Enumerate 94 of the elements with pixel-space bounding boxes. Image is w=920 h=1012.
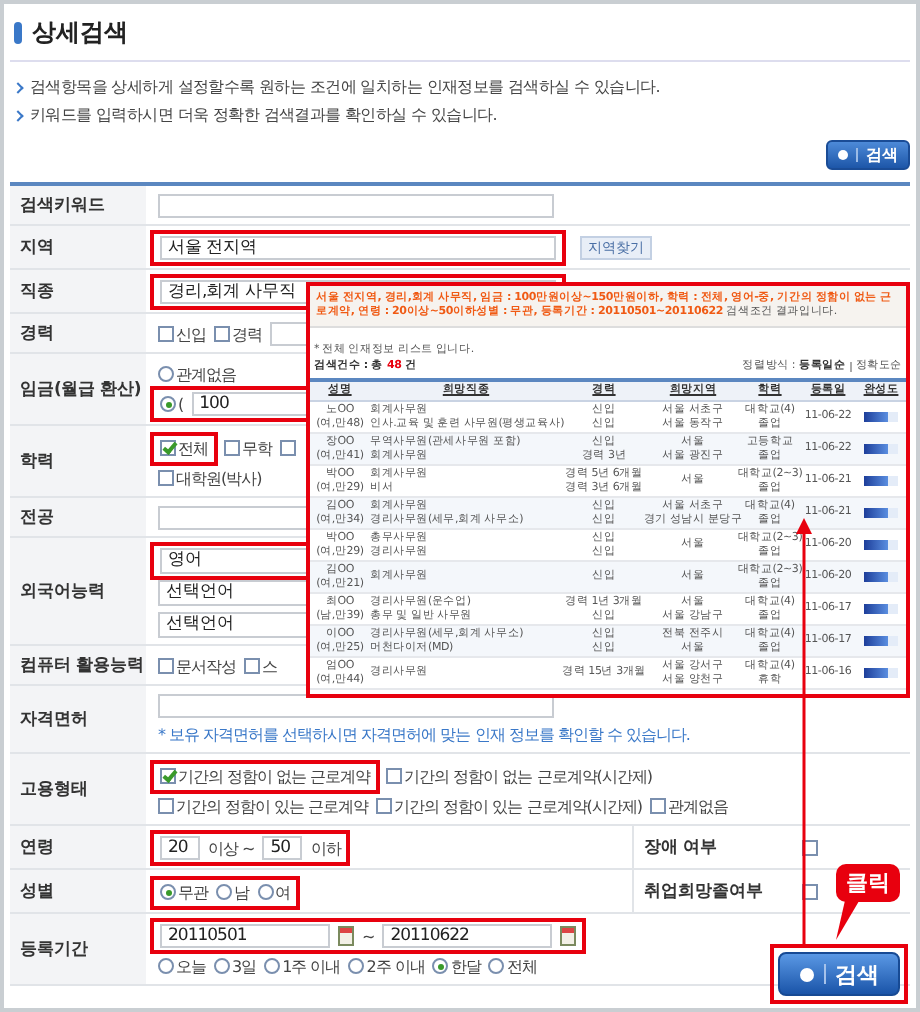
radio-button[interactable] (158, 958, 174, 974)
input-field[interactable] (158, 694, 554, 718)
radio-button[interactable] (488, 958, 505, 974)
field-label: 외국어능력 (10, 538, 146, 644)
field-label: 컴퓨터 활용능력 (10, 646, 146, 684)
completeness-meter (864, 540, 898, 550)
checkbox[interactable] (280, 440, 296, 456)
field-label: 경력 (10, 314, 146, 352)
guide-text: 검색항목을 상세하게 설정할수록 원하는 조건에 일치하는 인재정보를 검색하실 수 있습니다. (30, 76, 661, 100)
checkbox[interactable] (650, 798, 667, 814)
search-button[interactable]: 검색 (778, 952, 900, 996)
checkbox-label[interactable]: 무학 (242, 437, 272, 459)
completeness-meter (864, 668, 898, 678)
radio-label[interactable]: 1주 이내 (282, 955, 341, 977)
field-label: 임금(월급 환산) (10, 354, 146, 424)
checkbox-label[interactable]: 기간의 정함이 있는 근로계약 (176, 795, 369, 817)
completeness-meter (864, 444, 898, 454)
checkbox[interactable] (160, 440, 176, 456)
field-text: 이상 ~ (208, 837, 255, 859)
radio-button[interactable] (160, 884, 176, 900)
checkbox-label[interactable]: 문서작성 (176, 655, 236, 677)
bullet-icon (12, 82, 24, 94)
field-text: ~ (362, 927, 375, 945)
radio-label[interactable]: 2주 이내 (366, 955, 425, 977)
checkbox[interactable] (214, 326, 230, 342)
input-field[interactable]: 50 (262, 836, 303, 860)
field-label: 전공 (10, 498, 146, 536)
checkbox[interactable] (224, 440, 240, 456)
radio-button[interactable] (257, 884, 273, 900)
checkbox-label[interactable]: 대학원(박사) (176, 467, 262, 489)
hint-text: * 보유 자격면허를 선택하시면 자격면허에 맞는 인재 정보를 확인할 수 있습니다. (158, 723, 690, 745)
checkbox[interactable] (160, 768, 176, 784)
radio-button[interactable] (264, 958, 281, 974)
radio-label[interactable]: 남 (234, 881, 249, 903)
checkbox-label[interactable]: 전체 (178, 437, 208, 459)
field-label: 직종 (10, 270, 146, 312)
field-label: 학력 (10, 426, 146, 496)
radio-button[interactable] (432, 958, 449, 974)
checkbox-label[interactable]: 경력 (232, 323, 262, 345)
field-text: 이하 (310, 837, 341, 859)
checkbox[interactable] (158, 470, 174, 486)
checkbox[interactable] (376, 798, 393, 814)
checkbox-label[interactable]: 스 (262, 655, 277, 677)
field-label: 성별 (10, 870, 146, 912)
field-label: 지역 (10, 226, 146, 268)
radio-label[interactable]: ( (178, 395, 184, 413)
bullet-icon (12, 110, 24, 122)
radio-button[interactable] (348, 958, 365, 974)
field-label: 고용형태 (10, 754, 146, 824)
title-bar-icon (14, 22, 22, 44)
field-label: 장애 여부 (632, 826, 764, 868)
date-field[interactable]: 20110622 (382, 924, 553, 948)
checkbox-label[interactable]: 기간의 정함이 있는 근로계약(시간제) (394, 795, 643, 817)
input-field[interactable] (158, 194, 554, 218)
radio-label[interactable]: 무관 (178, 881, 208, 903)
completeness-meter (864, 636, 898, 646)
date-field[interactable]: 20110501 (160, 924, 330, 948)
radio-button[interactable] (216, 884, 232, 900)
completeness-meter (864, 604, 898, 614)
radio-button[interactable] (160, 396, 176, 412)
calendar-icon[interactable] (338, 926, 354, 946)
search-button[interactable]: 검색 (826, 140, 910, 170)
input-field[interactable] (270, 322, 310, 346)
guide-text: 키워드를 입력하시면 더욱 정확한 검색결과를 확인하실 수 있습니다. (30, 104, 498, 128)
field-label: 연령 (10, 826, 146, 868)
radio-label[interactable]: 한달 (450, 955, 481, 977)
checkbox-label[interactable]: 기간의 정함이 없는 근로계약(시간제) (404, 765, 653, 787)
input-field[interactable]: 20 (160, 836, 200, 860)
radio-label[interactable]: 관계없음 (176, 363, 236, 385)
radio-label[interactable]: 오늘 (176, 955, 206, 977)
checkbox[interactable] (244, 658, 260, 674)
radio-button[interactable] (214, 958, 230, 974)
radio-label[interactable]: 여 (275, 881, 290, 903)
field-label: 취업희망졸여부 (632, 870, 764, 912)
checkbox[interactable] (158, 326, 174, 342)
checkbox[interactable] (158, 798, 174, 814)
completeness-meter (864, 412, 898, 422)
calendar-icon[interactable] (560, 926, 577, 946)
completeness-meter (864, 572, 898, 582)
page-title: 상세검색 (32, 16, 128, 50)
checkbox[interactable] (386, 768, 403, 784)
radio-button[interactable] (158, 366, 174, 382)
field-label: 등록기간 (10, 914, 146, 984)
checkbox-label[interactable]: 관계없음 (668, 795, 729, 817)
radio-label[interactable]: 3일 (232, 955, 257, 977)
completeness-meter (864, 476, 898, 486)
checkbox[interactable] (158, 658, 174, 674)
field-label: 자격면허 (10, 686, 146, 752)
radio-label[interactable]: 전체 (506, 955, 537, 977)
checkbox-label[interactable]: 신입 (176, 323, 206, 345)
field-label: 검색키워드 (10, 186, 146, 224)
checkbox-label[interactable]: 기간의 정함이 없는 근로계약 (178, 765, 371, 787)
input-field[interactable]: 서울 전지역 (160, 236, 556, 260)
completeness-meter (864, 508, 898, 518)
